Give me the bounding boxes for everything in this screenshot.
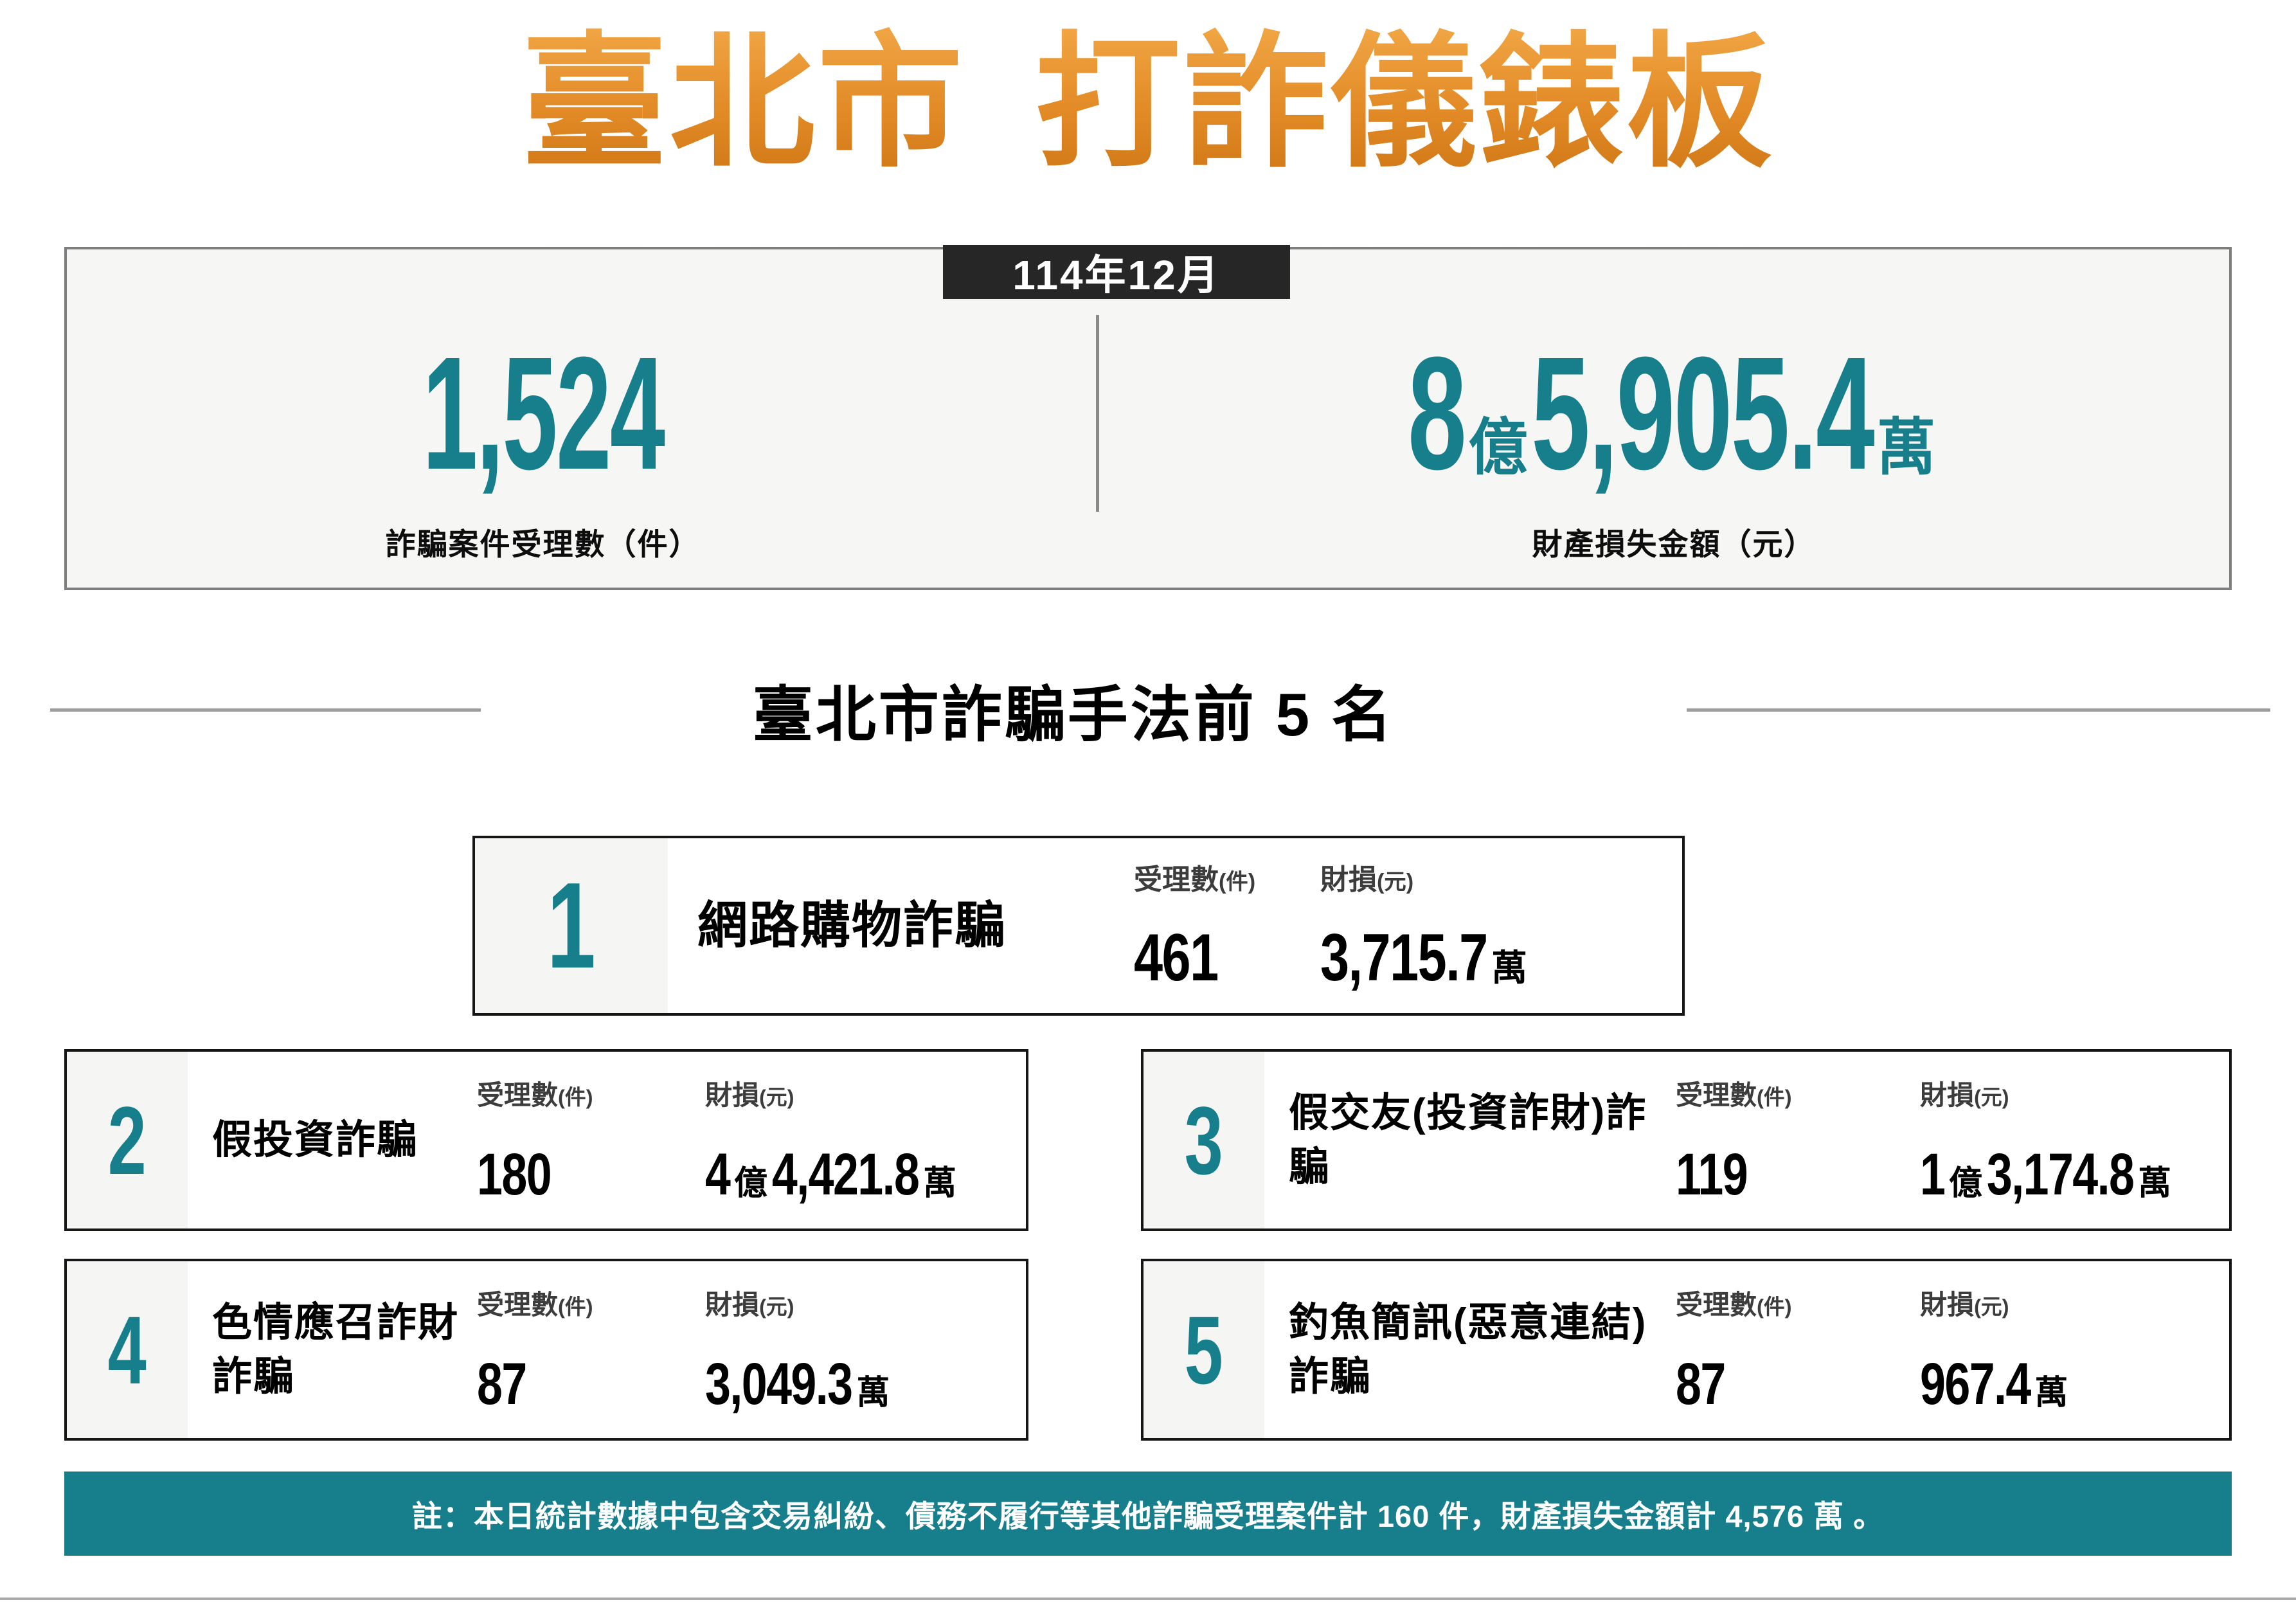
fraud-name: 色情應召詐財詐騙	[188, 1261, 477, 1438]
unit-wan: 萬	[1877, 417, 1936, 479]
loss-header: 財損(元)	[1920, 1074, 2232, 1113]
bottom-divider	[0, 1598, 2296, 1600]
unit-yi: 億	[1469, 417, 1528, 479]
rank-band: 2	[67, 1052, 188, 1228]
page-title: 臺北市 打詐儀錶板	[58, 19, 2238, 186]
rank-band: 3	[1144, 1052, 1264, 1228]
summary-divider	[1096, 315, 1099, 512]
fraud-rank-card-5: 5 釣魚簡訊(惡意連結)詐騙 受理數(件) 87 財損(元) 967.4萬	[1141, 1259, 2232, 1441]
loss-column: 財損(元) 1億3,174.8萬	[1920, 1052, 2232, 1228]
cases-column: 受理數(件) 87	[1676, 1261, 1920, 1438]
cases-column: 受理數(件) 87	[477, 1261, 705, 1438]
loss-header: 財損(元)	[1920, 1283, 2229, 1322]
cases-header: 受理數(件)	[1134, 856, 1320, 897]
cases-value: 461	[1134, 924, 1279, 991]
cases-column: 受理數(件) 461	[1134, 838, 1320, 1013]
cases-column: 受理數(件) 119	[1676, 1052, 1920, 1228]
cases-column: 受理數(件) 180	[477, 1052, 705, 1228]
rank-number: 1	[547, 865, 596, 987]
cases-value: 119	[1676, 1145, 1866, 1204]
cases-value: 87	[1676, 1354, 1866, 1414]
loss-column: 財損(元) 4億4,421.8萬	[705, 1052, 1028, 1228]
cases-header: 受理數(件)	[477, 1074, 705, 1113]
loss-value: 4億4,421.8萬	[705, 1145, 961, 1204]
rank-band: 4	[67, 1261, 188, 1438]
cases-header: 受理數(件)	[1676, 1074, 1920, 1113]
loss-header: 財損(元)	[705, 1074, 1028, 1113]
rank-number: 2	[108, 1092, 147, 1189]
fraud-name: 釣魚簡訊(惡意連結)詐騙	[1264, 1261, 1676, 1438]
loss-column: 財損(元) 3,049.3萬	[705, 1261, 1026, 1438]
loss-column: 財損(元) 967.4萬	[1920, 1261, 2229, 1438]
rank-number: 3	[1185, 1092, 1223, 1189]
stat-total-loss: 8億5,905.4萬 財產損失金額（元）	[1099, 249, 2229, 588]
fraud-rank-card-1: 1 網路購物詐騙 受理數(件) 461 財損(元) 3,715.7萬	[472, 836, 1685, 1016]
loss-header: 財損(元)	[705, 1283, 1026, 1322]
footnote-banner: 註：本日統計數據中包含交易糾紛、債務不履行等其他詐騙受理案件計 160 件，財產…	[64, 1472, 2232, 1556]
fraud-name: 假投資詐騙	[188, 1052, 477, 1228]
total-cases-label: 詐騙案件受理數（件）	[386, 519, 701, 564]
cases-header: 受理數(件)	[1676, 1283, 1920, 1322]
total-loss-label: 財產損失金額（元）	[1532, 519, 1816, 564]
rank-band: 5	[1144, 1261, 1264, 1438]
stat-total-cases: 1,524 詐騙案件受理數（件）	[67, 249, 1096, 588]
loss-header: 財損(元)	[1320, 856, 1682, 897]
cases-header: 受理數(件)	[477, 1283, 705, 1322]
cases-value: 87	[477, 1354, 655, 1414]
fraud-name: 網路購物詐騙	[668, 838, 1134, 1013]
loss-value: 967.4萬	[1920, 1354, 2161, 1414]
fraud-rank-card-2: 2 假投資詐騙 受理數(件) 180 財損(元) 4億4,421.8萬	[64, 1049, 1028, 1231]
loss-value: 1億3,174.8萬	[1920, 1145, 2176, 1204]
total-cases-value: 1,524	[422, 333, 663, 494]
heading-rule-right	[1687, 708, 2270, 712]
rank-number: 4	[108, 1302, 147, 1398]
anti-fraud-dashboard: 臺北市 打詐儀錶板 114年12月 1,524 詐騙案件受理數（件） 8億5,9…	[0, 0, 2296, 1602]
rank-band: 1	[475, 838, 668, 1013]
loss-value: 3,715.7萬	[1320, 924, 1602, 991]
fraud-name: 假交友(投資詐財)詐騙	[1264, 1052, 1676, 1228]
rank-number: 5	[1185, 1302, 1223, 1398]
period-badge: 114年12月	[943, 245, 1290, 299]
fraud-rank-card-3: 3 假交友(投資詐財)詐騙 受理數(件) 119 財損(元) 1億3,174.8…	[1141, 1049, 2232, 1231]
total-loss-value: 8億5,905.4萬	[1408, 333, 1939, 494]
loss-column: 財損(元) 3,715.7萬	[1320, 838, 1682, 1013]
loss-value: 3,049.3萬	[705, 1354, 955, 1414]
cases-value: 180	[477, 1145, 655, 1204]
fraud-rank-card-4: 4 色情應召詐財詐騙 受理數(件) 87 財損(元) 3,049.3萬	[64, 1259, 1028, 1441]
